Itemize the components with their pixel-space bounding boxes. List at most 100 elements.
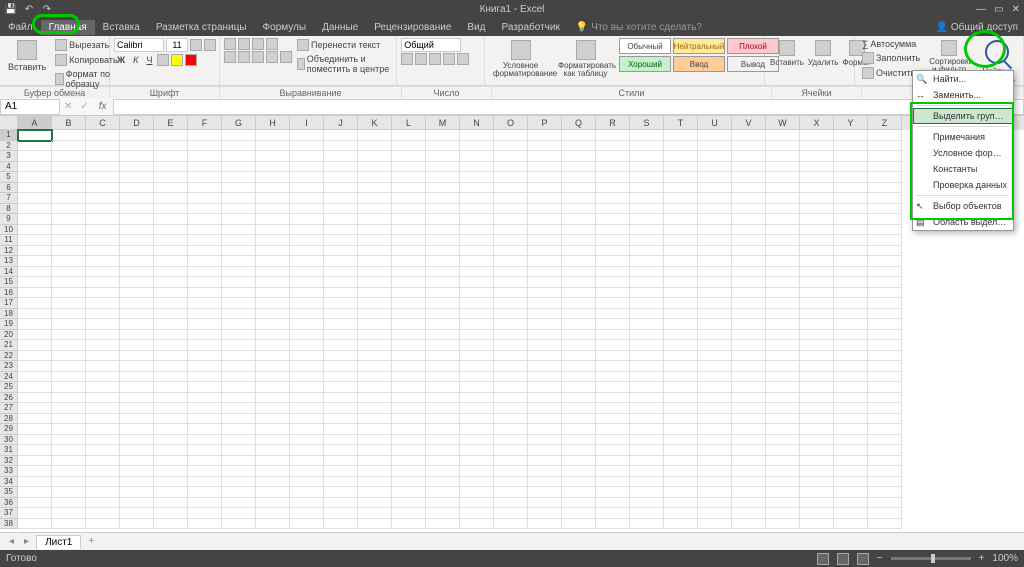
cell[interactable] <box>868 487 902 498</box>
cell[interactable] <box>528 372 562 383</box>
cancel-formula-icon[interactable]: ✕ <box>60 101 76 112</box>
format-as-table-button[interactable]: Форматировать как таблицу <box>554 38 617 80</box>
cell[interactable] <box>766 466 800 477</box>
cell[interactable] <box>562 267 596 278</box>
cell[interactable] <box>766 225 800 236</box>
cell[interactable] <box>188 162 222 173</box>
cell[interactable] <box>698 414 732 425</box>
cell[interactable] <box>324 172 358 183</box>
cell[interactable] <box>256 130 290 141</box>
cell[interactable] <box>392 183 426 194</box>
cell[interactable] <box>120 193 154 204</box>
row-header[interactable]: 31 <box>0 445 18 456</box>
row-header[interactable]: 32 <box>0 456 18 467</box>
cell[interactable] <box>358 288 392 299</box>
cell[interactable] <box>358 193 392 204</box>
cell[interactable] <box>766 414 800 425</box>
cell[interactable] <box>188 193 222 204</box>
cell[interactable] <box>800 298 834 309</box>
tab-file[interactable]: Файл <box>0 20 41 35</box>
cell[interactable] <box>596 382 630 393</box>
cell[interactable] <box>834 372 868 383</box>
minimize-icon[interactable]: — <box>976 4 986 15</box>
cell[interactable] <box>630 361 664 372</box>
cell[interactable] <box>256 235 290 246</box>
cell[interactable] <box>52 435 86 446</box>
menu-goto-special[interactable]: Выделить группу ячеек... <box>913 108 1013 124</box>
style-input[interactable]: Ввод <box>673 56 725 72</box>
cell[interactable] <box>188 204 222 215</box>
cell[interactable] <box>630 382 664 393</box>
cell[interactable] <box>426 456 460 467</box>
cell[interactable] <box>426 130 460 141</box>
cell[interactable] <box>460 435 494 446</box>
cell[interactable] <box>528 277 562 288</box>
cell[interactable] <box>120 130 154 141</box>
cell[interactable] <box>392 487 426 498</box>
cell[interactable] <box>732 424 766 435</box>
cell[interactable] <box>120 498 154 509</box>
row-header[interactable]: 26 <box>0 393 18 404</box>
cell[interactable] <box>732 403 766 414</box>
cell[interactable] <box>766 235 800 246</box>
cell[interactable] <box>698 435 732 446</box>
cell[interactable] <box>528 214 562 225</box>
cell[interactable] <box>222 508 256 519</box>
cell[interactable] <box>800 225 834 236</box>
cell[interactable] <box>494 477 528 488</box>
cell[interactable] <box>290 288 324 299</box>
cell[interactable] <box>664 151 698 162</box>
cell[interactable] <box>392 393 426 404</box>
cell[interactable] <box>698 141 732 152</box>
row-header[interactable]: 34 <box>0 477 18 488</box>
cell[interactable] <box>358 382 392 393</box>
cell[interactable] <box>732 340 766 351</box>
cell[interactable] <box>256 193 290 204</box>
zoom-slider[interactable] <box>891 557 971 560</box>
cell[interactable] <box>800 193 834 204</box>
cell[interactable] <box>256 435 290 446</box>
cell[interactable] <box>120 519 154 530</box>
cell[interactable] <box>324 225 358 236</box>
cell[interactable] <box>358 393 392 404</box>
menu-find[interactable]: 🔍Найти... <box>913 71 1013 87</box>
cell[interactable] <box>52 519 86 530</box>
cell[interactable] <box>18 183 52 194</box>
cell[interactable] <box>222 309 256 320</box>
row-header[interactable]: 7 <box>0 193 18 204</box>
cell[interactable] <box>562 256 596 267</box>
cell[interactable] <box>426 235 460 246</box>
cell[interactable] <box>18 372 52 383</box>
cell[interactable] <box>460 330 494 341</box>
cell[interactable] <box>392 351 426 362</box>
cell[interactable] <box>392 193 426 204</box>
cell[interactable] <box>86 477 120 488</box>
cell[interactable] <box>86 382 120 393</box>
cell[interactable] <box>766 487 800 498</box>
menu-data-validation[interactable]: Проверка данных <box>913 177 1013 193</box>
cell[interactable] <box>324 361 358 372</box>
cell[interactable] <box>800 309 834 320</box>
cell[interactable] <box>18 466 52 477</box>
cell[interactable] <box>664 277 698 288</box>
tab-review[interactable]: Рецензирование <box>366 20 459 35</box>
cell[interactable] <box>18 351 52 362</box>
menu-replace[interactable]: ↔Заменить... <box>913 87 1013 103</box>
cell[interactable] <box>698 445 732 456</box>
cell[interactable] <box>460 487 494 498</box>
font-name-input[interactable] <box>114 38 164 52</box>
cell[interactable] <box>52 298 86 309</box>
cell[interactable] <box>256 151 290 162</box>
cell[interactable] <box>834 151 868 162</box>
cell[interactable] <box>494 288 528 299</box>
tab-developer[interactable]: Разработчик <box>494 20 568 35</box>
cell[interactable] <box>766 309 800 320</box>
cell[interactable] <box>698 508 732 519</box>
cell[interactable] <box>868 214 902 225</box>
cell[interactable] <box>358 246 392 257</box>
select-all-button[interactable] <box>0 116 18 130</box>
cell[interactable] <box>222 487 256 498</box>
cell[interactable] <box>18 193 52 204</box>
cell[interactable] <box>494 487 528 498</box>
cell[interactable] <box>460 183 494 194</box>
